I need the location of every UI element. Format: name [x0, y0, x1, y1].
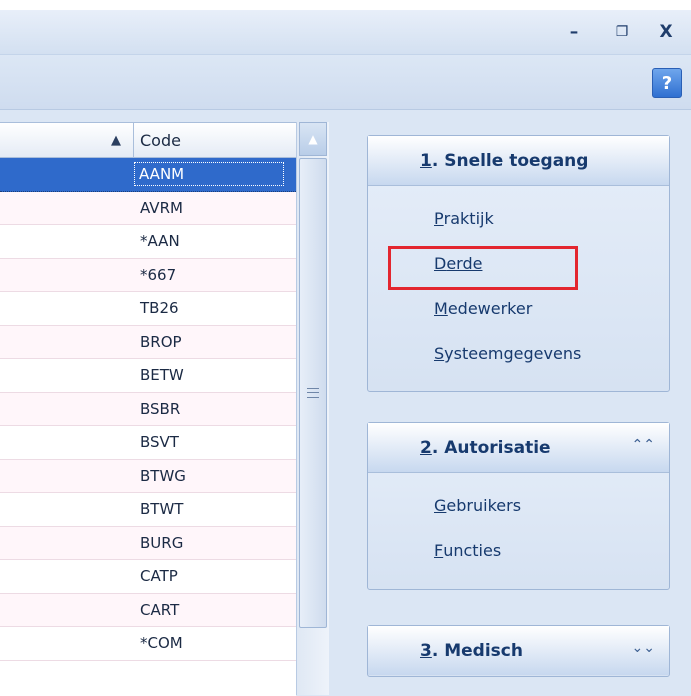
column-header-code[interactable]: Code [134, 131, 181, 150]
grid-rows: AANM AVRM *AAN *667 TB26 BROP BETW BSBR BSVT BTWG… [0, 158, 296, 661]
vertical-scrollbar[interactable]: ▲ [296, 122, 329, 695]
table-row[interactable]: AANM [0, 158, 296, 192]
close-icon: X [659, 22, 673, 42]
panel-link[interactable]: Systeemgegevens [434, 331, 669, 376]
panel-title: 1. Snelle toegang [420, 150, 589, 171]
restore-icon: ❐ [615, 24, 629, 40]
row-code: TB26 [140, 299, 179, 318]
link-accelerator: P [434, 209, 444, 228]
panel-header-snelle-toegang[interactable]: 1. Snelle toegang [368, 136, 669, 186]
row-code: *667 [140, 265, 177, 284]
help-icon: ? [661, 72, 673, 94]
table-row[interactable]: BTWT [0, 493, 296, 527]
link-label: erde [446, 254, 483, 273]
table-row[interactable]: *COM [0, 627, 296, 661]
row-cell-empty [0, 192, 134, 225]
row-cell-empty [0, 594, 134, 627]
row-code: BROP [140, 332, 182, 351]
row-code: BSBR [140, 399, 181, 418]
link-label: ysteemgegevens [444, 344, 582, 363]
panel-body: Gebruikers Functies [368, 473, 669, 573]
panel-autorisatie: 2. Autorisatie ⌃⌃ Gebruikers Functies [367, 422, 670, 590]
link-accelerator: F [434, 541, 444, 560]
panel-link[interactable]: Derde [434, 241, 669, 286]
panel-body: Praktijk Derde Medewerker Systeemgegevens [368, 186, 669, 376]
table-row[interactable]: BSBR [0, 392, 296, 426]
grip-icon [307, 388, 319, 398]
table-row[interactable]: BETW [0, 359, 296, 393]
minimize-button[interactable]: – [560, 18, 588, 46]
panel-header-medisch[interactable]: 3. Medisch ⌄⌄ [368, 626, 669, 675]
row-code: CATP [140, 567, 178, 586]
table-row[interactable]: AVRM [0, 191, 296, 225]
row-code: *COM [140, 634, 183, 653]
table-row[interactable]: CATP [0, 560, 296, 594]
table-row[interactable]: *667 [0, 258, 296, 292]
row-cell-empty [0, 225, 134, 258]
row-code: BETW [140, 366, 184, 385]
row-cell-empty [0, 493, 134, 526]
panel-medisch: 3. Medisch ⌄⌄ [367, 625, 670, 677]
table-row[interactable]: *AAN [0, 225, 296, 259]
panel-title: 3. Medisch [420, 640, 523, 661]
code-grid[interactable]: ▲ Code AANM AVRM *AAN *667 TB26 BROP BETW BSBR B… [0, 122, 296, 696]
link-label: ebruikers [446, 496, 522, 515]
title-bar: – ❐ X [0, 10, 691, 55]
row-cell-empty [0, 359, 134, 392]
restore-button[interactable]: ❐ [608, 18, 636, 46]
panel-title: 2. Autorisatie [420, 437, 551, 458]
table-row[interactable]: BURG [0, 526, 296, 560]
row-cell-empty [0, 158, 134, 191]
panel-link[interactable]: Praktijk [434, 196, 669, 241]
panel-header-autorisatie[interactable]: 2. Autorisatie ⌃⌃ [368, 423, 669, 473]
link-accelerator: G [434, 496, 447, 515]
link-label: edewerker [447, 299, 533, 318]
row-code: AANM [134, 162, 284, 187]
row-code: BURG [140, 533, 184, 552]
row-code: BTWG [140, 466, 186, 485]
row-code: CART [140, 600, 180, 619]
panel-link[interactable]: Gebruikers [434, 483, 669, 528]
row-cell-empty [0, 259, 134, 292]
sort-column-header[interactable]: ▲ [0, 123, 134, 157]
panel-link[interactable]: Medewerker [434, 286, 669, 331]
row-cell-empty [0, 292, 134, 325]
row-code: BSVT [140, 433, 179, 452]
panel-snelle-toegang: 1. Snelle toegang Praktijk Derde Medewerke… [367, 135, 670, 392]
row-code: *AAN [140, 232, 180, 251]
link-accelerator: M [434, 299, 448, 318]
link-label: raktijk [443, 209, 494, 228]
row-cell-empty [0, 560, 134, 593]
row-cell-empty [0, 527, 134, 560]
link-accelerator: D [434, 254, 447, 273]
table-row[interactable]: BROP [0, 325, 296, 359]
row-cell-empty [0, 627, 134, 660]
link-accelerator: S [434, 344, 445, 363]
row-code: AVRM [140, 198, 183, 217]
grid-header: ▲ Code [0, 123, 296, 158]
link-label: uncties [443, 541, 502, 560]
minimize-icon: – [569, 22, 579, 42]
toolbar: ? [0, 55, 691, 110]
panel-link[interactable]: Functies [434, 528, 669, 573]
table-row[interactable]: CART [0, 593, 296, 627]
row-code: BTWT [140, 500, 184, 519]
scroll-up-button[interactable]: ▲ [299, 122, 327, 156]
top-border [0, 0, 691, 10]
arrow-up-icon: ▲ [308, 132, 318, 146]
table-row[interactable]: BTWG [0, 459, 296, 493]
sort-ascending-icon: ▲ [111, 132, 121, 148]
collapse-chevron-icon[interactable]: ⌃⌃ [632, 437, 655, 453]
help-button[interactable]: ? [652, 68, 682, 98]
row-cell-empty [0, 460, 134, 493]
close-button[interactable]: X [652, 18, 680, 46]
table-row[interactable]: BSVT [0, 426, 296, 460]
main-content: ▲ Code AANM AVRM *AAN *667 TB26 BROP BETW BSBR B… [0, 110, 691, 696]
scroll-thumb[interactable] [299, 158, 327, 628]
row-cell-empty [0, 326, 134, 359]
expand-chevron-icon[interactable]: ⌄⌄ [632, 640, 655, 656]
row-cell-empty [0, 393, 134, 426]
row-cell-empty [0, 426, 134, 459]
table-row[interactable]: TB26 [0, 292, 296, 326]
